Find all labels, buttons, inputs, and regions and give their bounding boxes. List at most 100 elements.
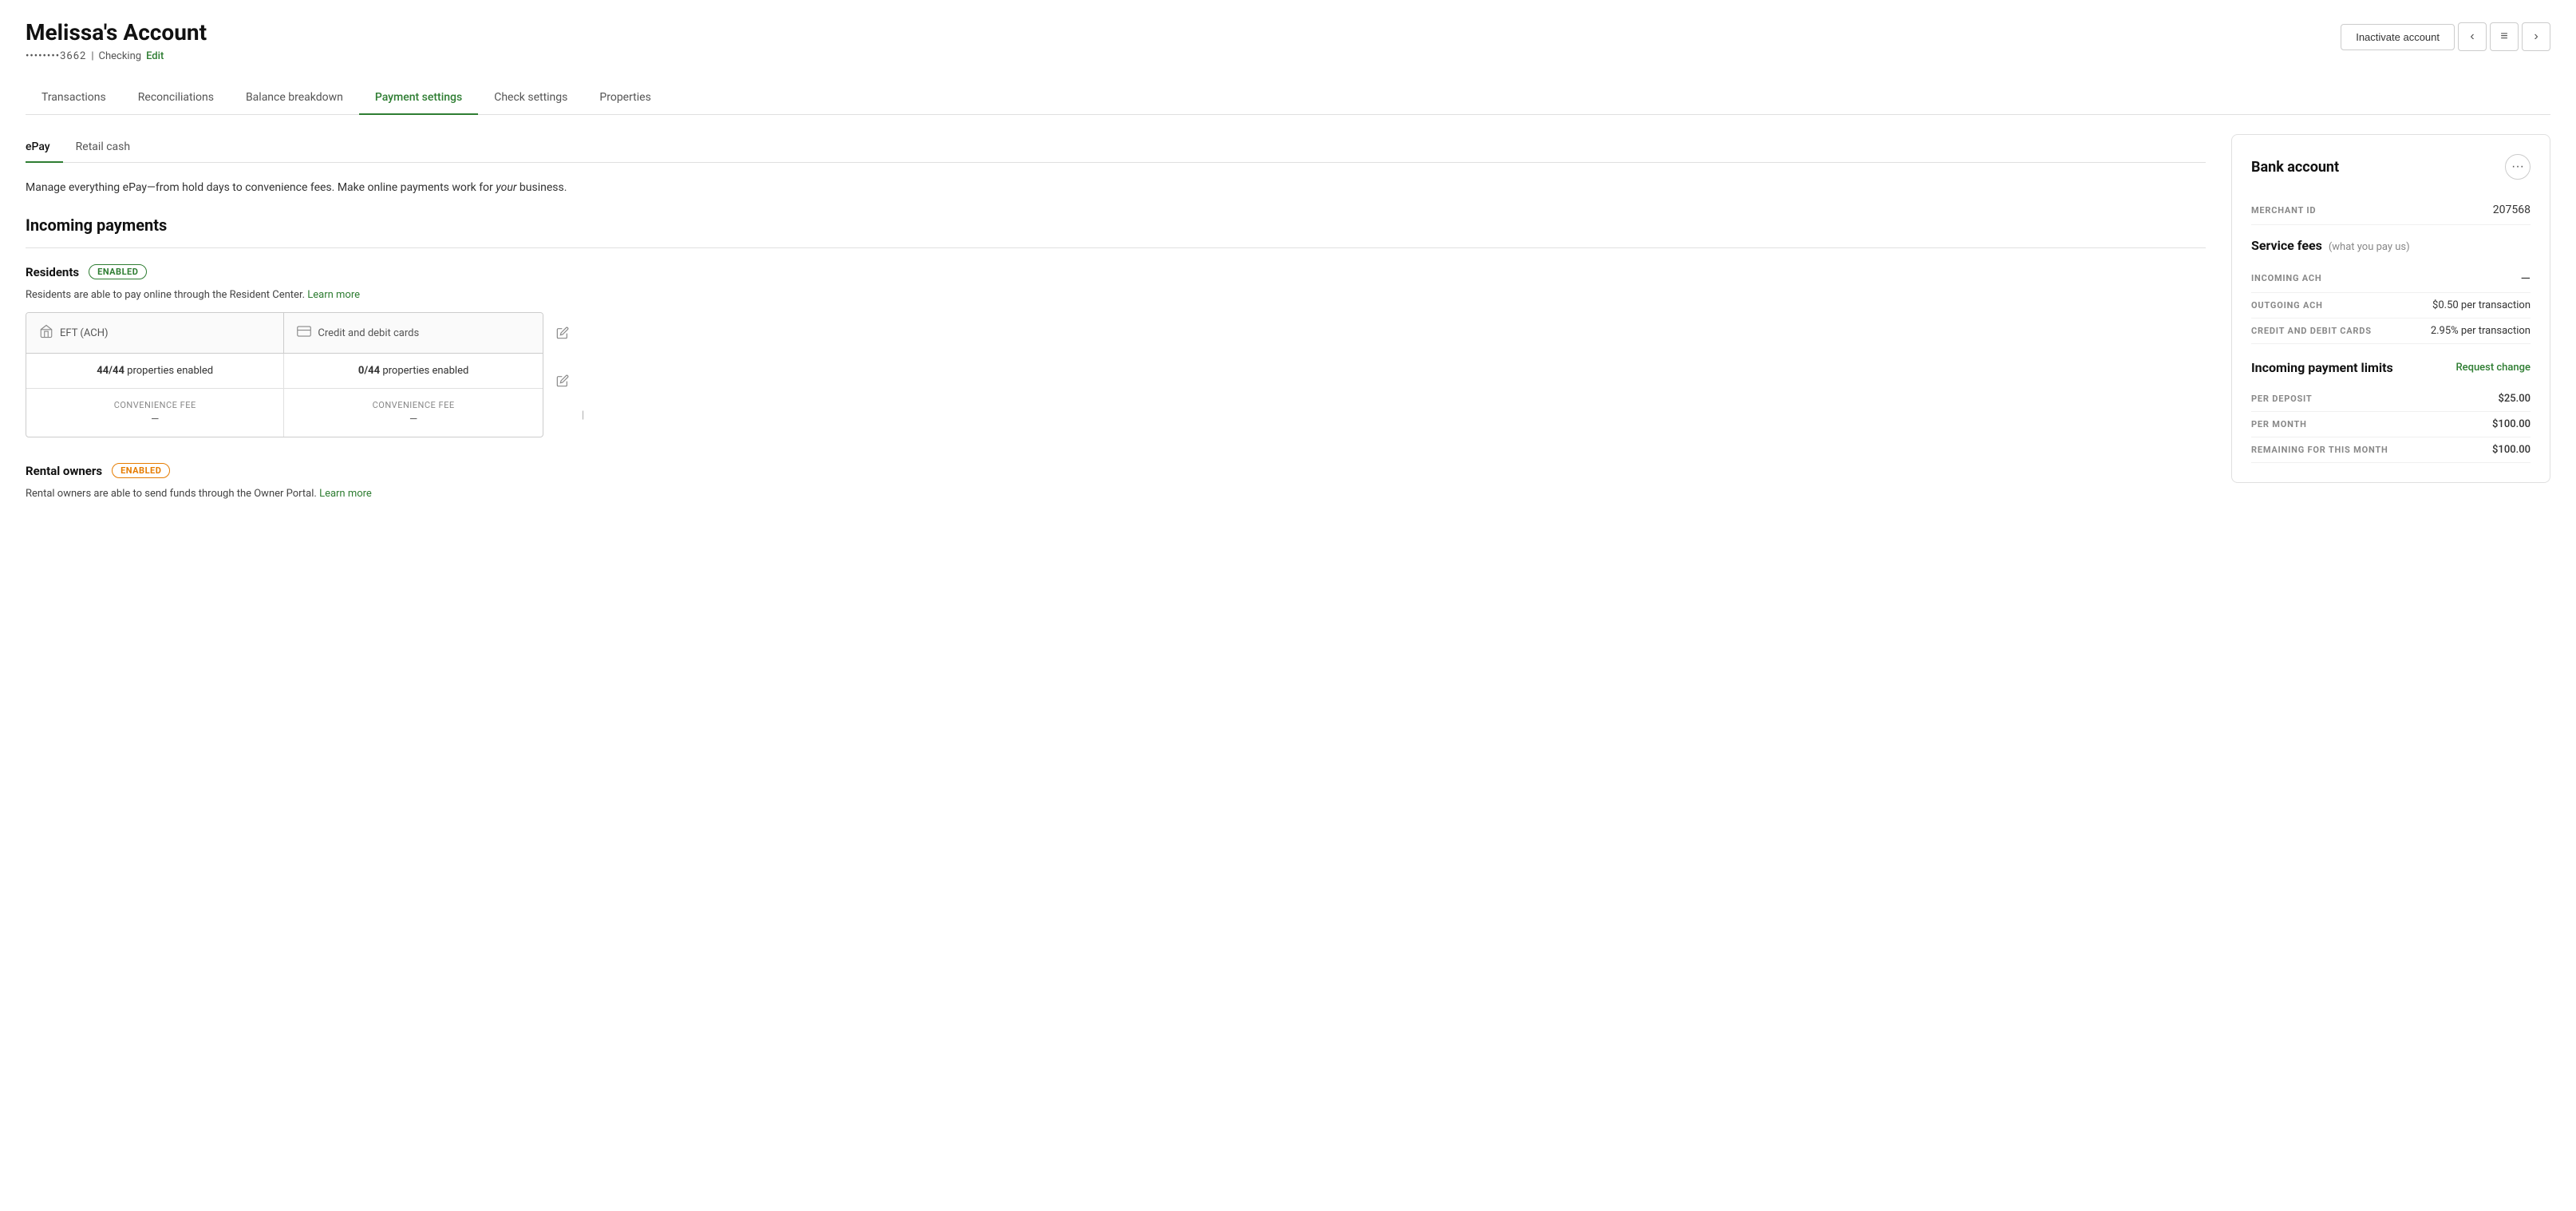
rental-owners-learn-more-link[interactable]: Learn more bbox=[319, 488, 372, 500]
outgoing-ach-value: $0.50 per transaction bbox=[2432, 299, 2531, 311]
card-enabled-cell: 0/44 properties enabled bbox=[284, 354, 542, 388]
remaining-label: REMAINING FOR THIS MONTH bbox=[2251, 445, 2388, 455]
edit-enabled-button[interactable] bbox=[553, 323, 572, 342]
credit-debit-value: 2.95% per transaction bbox=[2431, 325, 2531, 337]
limits-title: Incoming payment limits bbox=[2251, 360, 2393, 375]
eft-enabled-cell: 44/44 properties enabled bbox=[26, 354, 284, 388]
rental-owners-description: Rental owners are able to send funds thr… bbox=[26, 488, 2206, 500]
incoming-ach-label: INCOMING ACH bbox=[2251, 273, 2321, 283]
card-convenience-label: CONVENIENCE FEE bbox=[373, 400, 455, 410]
section-divider bbox=[26, 247, 2206, 248]
outgoing-ach-label: OUTGOING ACH bbox=[2251, 300, 2323, 311]
payment-table-header: EFT (ACH) Credit and debit cards bbox=[26, 313, 543, 354]
bank-account-title: Bank account bbox=[2251, 159, 2339, 176]
account-info: Melissa's Account ••••••••3662 | Checkin… bbox=[26, 19, 207, 62]
account-subtitle: ••••••••3662 | Checking Edit bbox=[26, 50, 207, 62]
card-properties-label: properties enabled bbox=[382, 365, 468, 377]
request-change-link[interactable]: Request change bbox=[2455, 362, 2531, 374]
account-number: ••••••••3662 bbox=[26, 50, 86, 62]
cursor-indicator: | bbox=[582, 410, 584, 437]
merchant-id-value: 207568 bbox=[2493, 204, 2531, 216]
residents-header: Residents ENABLED bbox=[26, 264, 2206, 279]
edit-fee-button[interactable] bbox=[553, 371, 572, 390]
service-fees-title: Service fees bbox=[2251, 238, 2322, 253]
merchant-id-row: MERCHANT ID 207568 bbox=[2251, 196, 2531, 225]
content-area: ePay Retail cash Manage everything ePay—… bbox=[26, 134, 2550, 1211]
bank-icon bbox=[39, 324, 53, 342]
bank-account-more-button[interactable]: ··· bbox=[2505, 154, 2531, 180]
inactivate-account-button[interactable]: Inactivate account bbox=[2341, 24, 2455, 50]
tab-check-settings[interactable]: Check settings bbox=[478, 81, 583, 115]
per-deposit-row: PER DEPOSIT $25.00 bbox=[2251, 386, 2531, 412]
tab-reconciliations[interactable]: Reconciliations bbox=[122, 81, 230, 115]
rental-owners-header: Rental owners ENABLED bbox=[26, 463, 2206, 478]
per-deposit-label: PER DEPOSIT bbox=[2251, 394, 2313, 404]
credit-debit-row: CREDIT AND DEBIT CARDS 2.95% per transac… bbox=[2251, 319, 2531, 344]
convenience-fee-row: CONVENIENCE FEE — CONVENIENCE FEE — bbox=[26, 389, 543, 437]
incoming-payments-title: Incoming payments bbox=[26, 216, 2206, 235]
tab-properties[interactable]: Properties bbox=[583, 81, 666, 115]
service-fees-subtitle: (what you pay us) bbox=[2329, 241, 2410, 253]
bank-account-panel: Bank account ··· MERCHANT ID 207568 Serv… bbox=[2231, 134, 2550, 483]
main-content: ePay Retail cash Manage everything ePay—… bbox=[26, 134, 2206, 1211]
payment-table-wrapper: EFT (ACH) Credit and debit cards bbox=[26, 312, 584, 437]
next-nav-button[interactable]: › bbox=[2522, 22, 2550, 51]
per-deposit-value: $25.00 bbox=[2498, 393, 2531, 405]
eft-convenience-label: CONVENIENCE FEE bbox=[114, 400, 196, 410]
limits-header: Incoming payment limits Request change bbox=[2251, 360, 2531, 375]
rental-owners-badge: ENABLED bbox=[112, 463, 170, 478]
header-actions: Inactivate account ‹ ≡ › bbox=[2341, 22, 2550, 51]
incoming-ach-row: INCOMING ACH — bbox=[2251, 264, 2531, 293]
eft-header-cell: EFT (ACH) bbox=[26, 313, 284, 354]
credit-debit-label: CREDIT AND DEBIT CARDS bbox=[2251, 326, 2372, 336]
residents-label: Residents bbox=[26, 265, 79, 279]
card-header-label: Credit and debit cards bbox=[318, 327, 419, 339]
card-fee-value: — bbox=[409, 414, 417, 425]
eft-fee-value: — bbox=[151, 414, 159, 425]
page-title: Melissa's Account bbox=[26, 19, 207, 46]
per-month-value: $100.00 bbox=[2492, 418, 2531, 430]
remaining-row: REMAINING FOR THIS MONTH $100.00 bbox=[2251, 437, 2531, 463]
panel-header: Bank account ··· bbox=[2251, 154, 2531, 180]
outgoing-ach-row: OUTGOING ACH $0.50 per transaction bbox=[2251, 293, 2531, 319]
merchant-id-label: MERCHANT ID bbox=[2251, 205, 2316, 216]
main-tabs: Transactions Reconciliations Balance bre… bbox=[26, 81, 2550, 115]
tab-payment-settings[interactable]: Payment settings bbox=[359, 81, 478, 115]
separator: | bbox=[91, 50, 93, 62]
prev-nav-button[interactable]: ‹ bbox=[2458, 22, 2487, 51]
sub-tab-epay[interactable]: ePay bbox=[26, 134, 63, 163]
page-header: Melissa's Account ••••••••3662 | Checkin… bbox=[26, 19, 2550, 62]
incoming-ach-value: — bbox=[2521, 271, 2531, 286]
page-container: Melissa's Account ••••••••3662 | Checkin… bbox=[0, 0, 2576, 1211]
rental-owners-section: Rental owners ENABLED Rental owners are … bbox=[26, 463, 2206, 500]
menu-icon: ≡ bbox=[2500, 30, 2507, 44]
remaining-value: $100.00 bbox=[2492, 444, 2531, 456]
service-fees-header: Service fees (what you pay us) bbox=[2251, 238, 2531, 253]
payment-table: EFT (ACH) Credit and debit cards bbox=[26, 312, 543, 437]
sub-tab-retail-cash[interactable]: Retail cash bbox=[63, 134, 143, 163]
eft-fee-cell: CONVENIENCE FEE — bbox=[26, 389, 284, 437]
eft-properties-label: properties enabled bbox=[127, 365, 213, 377]
residents-description: Residents are able to pay online through… bbox=[26, 289, 2206, 301]
enabled-row: 44/44 properties enabled 0/44 properties… bbox=[26, 354, 543, 389]
per-month-label: PER MONTH bbox=[2251, 419, 2307, 429]
chevron-right-icon: › bbox=[2534, 30, 2538, 44]
tab-balance-breakdown[interactable]: Balance breakdown bbox=[230, 81, 359, 115]
epay-description: Manage everything ePay—from hold days to… bbox=[26, 179, 2206, 196]
residents-enabled-badge: ENABLED bbox=[89, 264, 147, 279]
card-fee-cell: CONVENIENCE FEE — bbox=[284, 389, 542, 437]
card-icon bbox=[297, 324, 311, 342]
menu-button[interactable]: ≡ bbox=[2490, 22, 2519, 51]
rental-owners-label: Rental owners bbox=[26, 464, 102, 478]
account-type: Checking bbox=[99, 50, 142, 62]
per-month-row: PER MONTH $100.00 bbox=[2251, 412, 2531, 437]
sub-tabs: ePay Retail cash bbox=[26, 134, 2206, 163]
card-enabled-count: 0/44 bbox=[358, 365, 380, 377]
tab-transactions[interactable]: Transactions bbox=[26, 81, 122, 115]
chevron-left-icon: ‹ bbox=[2470, 30, 2474, 44]
eft-header-label: EFT (ACH) bbox=[60, 327, 109, 339]
residents-learn-more-link[interactable]: Learn more bbox=[307, 289, 360, 301]
table-actions bbox=[553, 312, 572, 390]
edit-link[interactable]: Edit bbox=[146, 50, 164, 62]
eft-enabled-count: 44/44 bbox=[97, 365, 124, 377]
